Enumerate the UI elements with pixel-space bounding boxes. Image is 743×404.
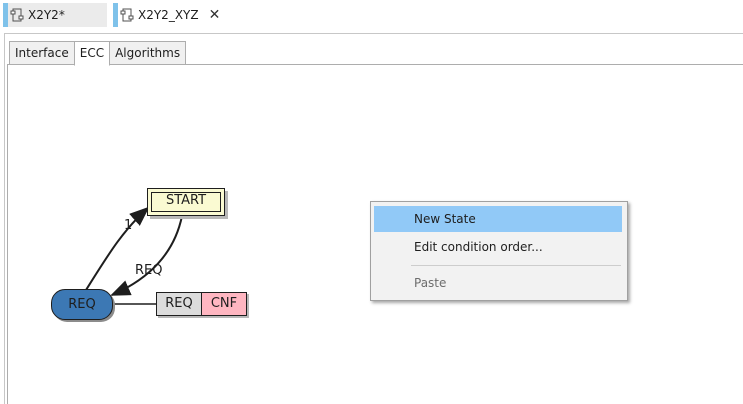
function-block-icon <box>120 8 134 22</box>
transition-condition-label[interactable]: REQ <box>135 263 162 278</box>
start-state[interactable]: START <box>147 188 225 216</box>
tab-interface[interactable]: Interface <box>9 41 75 65</box>
ecc-action[interactable]: REQ CNF <box>156 292 247 316</box>
action-output-event[interactable]: CNF <box>202 293 246 315</box>
editor-sub-tabs: Interface ECC Algorithms <box>9 41 187 66</box>
editor-tab-x2y2-xyz[interactable]: X2Y2_XYZ ✕ <box>113 3 246 27</box>
menu-item-edit-condition-order[interactable]: Edit condition order... <box>374 234 622 260</box>
tab-dirty-indicator <box>3 3 8 27</box>
editor-tab-bar: X2Y2* X2Y2_XYZ ✕ <box>0 0 743 32</box>
start-state-label: START <box>151 192 221 212</box>
tab-ecc[interactable]: ECC <box>73 41 111 66</box>
menu-item-paste[interactable]: Paste <box>374 270 622 296</box>
transition-start-to-req[interactable] <box>110 215 183 296</box>
action-algorithm[interactable]: REQ <box>157 293 202 315</box>
tab-active-indicator <box>113 3 118 27</box>
menu-item-new-state[interactable]: New State <box>374 206 622 232</box>
close-icon[interactable]: ✕ <box>209 7 221 23</box>
tab-algorithms[interactable]: Algorithms <box>109 41 187 65</box>
req-state[interactable]: REQ <box>51 289 113 320</box>
transition-condition-label[interactable]: 1 <box>124 218 132 233</box>
editor-tab-label: X2Y2* <box>28 8 65 22</box>
menu-separator <box>411 265 621 266</box>
function-block-icon <box>10 8 24 22</box>
context-menu: New State Edit condition order... Paste <box>370 201 628 301</box>
editor-tab-label: X2Y2_XYZ <box>138 8 199 22</box>
editor-tab-x2y2[interactable]: X2Y2* <box>3 3 107 27</box>
